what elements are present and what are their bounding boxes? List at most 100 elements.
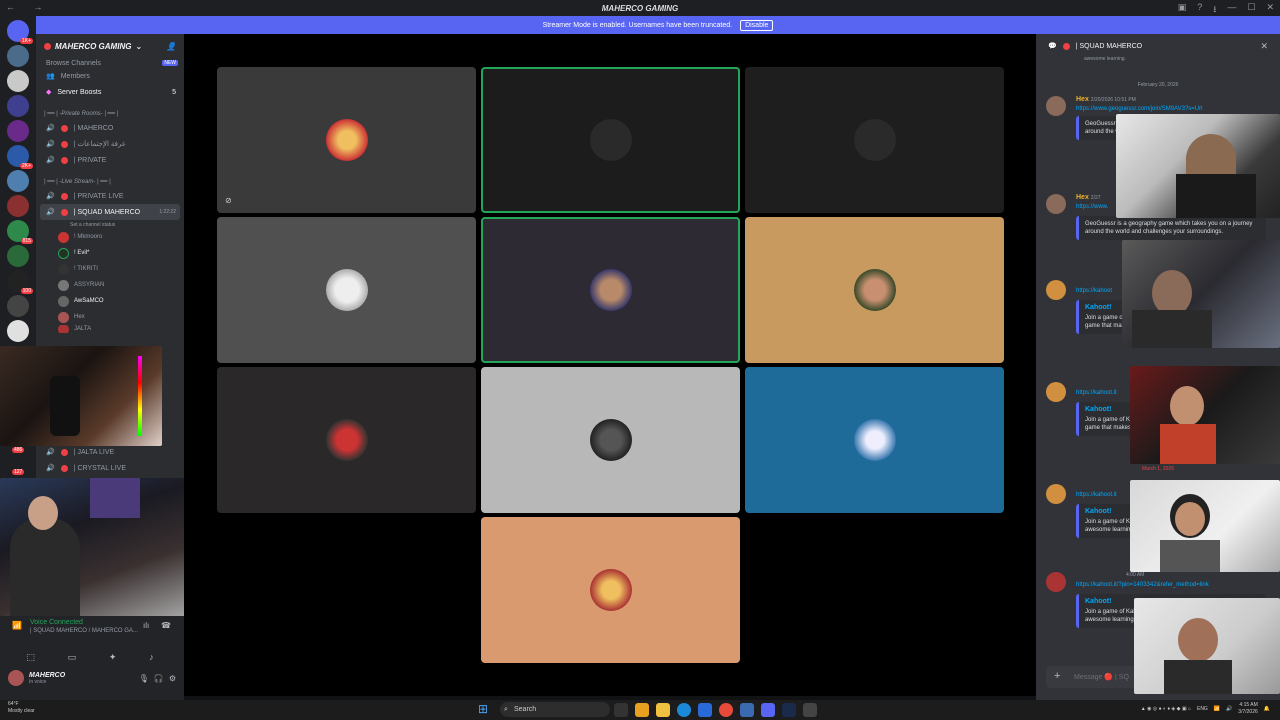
tray-icons[interactable]: ▲ ◉ ◎ ● ◐ ♦ ◈ ◆ ▣ ⌂ xyxy=(1141,706,1191,712)
notification-icon[interactable]: 🔔 xyxy=(1264,706,1270,712)
participant-tile[interactable] xyxy=(745,367,1004,513)
server-icon[interactable] xyxy=(7,245,29,267)
server-icon[interactable] xyxy=(7,70,29,92)
members-item[interactable]: 👥 Members xyxy=(36,68,184,84)
guild-icon xyxy=(44,42,51,50)
participant-tile[interactable] xyxy=(481,517,740,663)
voice-channel[interactable]: 🔊 | PRIVATE xyxy=(36,152,184,168)
steam-icon[interactable] xyxy=(782,703,796,717)
participant-tile[interactable] xyxy=(217,217,476,363)
participant-tile[interactable] xyxy=(481,367,740,513)
server-icon[interactable] xyxy=(7,295,29,317)
participant-tile[interactable] xyxy=(481,67,740,213)
close-icon[interactable]: ✕ xyxy=(1260,41,1268,52)
voice-user[interactable]: Hex xyxy=(36,309,184,325)
voice-user[interactable]: ! Mkmooro xyxy=(36,229,184,245)
message-link[interactable]: https://www.geoguessr.com/join/SM9AV3?s=… xyxy=(1076,106,1202,112)
voice-user[interactable]: AwSaMCO xyxy=(36,293,184,309)
avatar[interactable] xyxy=(1046,280,1066,300)
settings-gear-icon[interactable]: ⚙ xyxy=(169,674,176,683)
active-voice-channel[interactable]: 🔊 | SQUAD MAHERCO 1:22:22 xyxy=(40,204,180,220)
message-author[interactable]: Hex 2/27 xyxy=(1076,194,1101,201)
voice-channel[interactable]: 🔊 | PRIVATE LIVE xyxy=(36,188,184,204)
voice-user[interactable]: JALTA xyxy=(36,325,184,333)
category-live-stream[interactable]: | ━━ | -Live Stream- | ━━ | xyxy=(36,174,184,188)
guild-header[interactable]: MAHERCO GAMING ⌄ 👤 xyxy=(36,34,184,58)
screen-share-icon[interactable]: ▭ xyxy=(68,652,77,663)
voice-user[interactable]: ! TIKRITI xyxy=(36,261,184,277)
server-icon[interactable] xyxy=(7,195,29,217)
shirt-shape xyxy=(1160,424,1216,464)
language-indicator[interactable]: ENG xyxy=(1197,706,1208,712)
microphone-icon[interactable]: 🎙 xyxy=(139,674,149,683)
wifi-icon[interactable]: 📶 xyxy=(1214,706,1220,712)
voice-user[interactable]: ! Evil* xyxy=(36,245,184,261)
store-icon[interactable] xyxy=(698,703,712,717)
avatar[interactable] xyxy=(8,670,24,686)
server-icon[interactable] xyxy=(7,170,29,192)
avatar[interactable] xyxy=(1046,194,1066,214)
add-attachment-icon[interactable]: + xyxy=(1054,670,1060,682)
add-member-icon[interactable]: 👤 xyxy=(166,42,176,51)
server-icon[interactable]: 815 xyxy=(7,220,33,244)
message-link[interactable]: https://kahoot.it xyxy=(1076,390,1117,396)
disconnect-icon[interactable]: ☎ xyxy=(161,621,171,630)
category-private-rooms[interactable]: | ━━ | -Private Rooms- | ━━ | xyxy=(36,106,184,120)
edge-icon[interactable] xyxy=(677,703,691,717)
noise-suppression-icon[interactable]: ılı xyxy=(143,621,149,630)
server-icon[interactable] xyxy=(7,120,29,142)
disable-button[interactable]: Disable xyxy=(740,19,774,31)
avatar[interactable] xyxy=(1046,572,1066,592)
voice-channel[interactable]: 🔊 | CRYSTAL LIVE xyxy=(36,460,184,476)
rgb-light xyxy=(138,356,142,436)
taskbar-apps xyxy=(614,703,817,717)
camera-icon[interactable]: ⬚ xyxy=(26,652,35,663)
avatar[interactable] xyxy=(1046,96,1066,116)
author-name: Hex xyxy=(1076,96,1089,103)
message-link[interactable]: https://kahoot.it xyxy=(1076,492,1117,498)
voice-channel[interactable]: 🔊 | JALTA LIVE xyxy=(36,444,184,460)
file-explorer-icon[interactable] xyxy=(656,703,670,717)
participant-tile[interactable]: ⊘ xyxy=(217,67,476,213)
message-author[interactable]: Hex 2/20/2026 10:51 PM xyxy=(1076,96,1136,103)
server-icon[interactable]: 100 xyxy=(7,270,33,294)
avatar[interactable] xyxy=(1046,484,1066,504)
message-link[interactable]: https://kahoot.it/?pin=1403342&refer_met… xyxy=(1076,582,1209,588)
participant-tile[interactable] xyxy=(217,367,476,513)
soundboard-icon[interactable]: ♪ xyxy=(149,652,154,663)
voice-channel[interactable]: 🔊 | غرفة الإجتماعات xyxy=(36,136,184,152)
headphones-icon[interactable]: 🎧 xyxy=(154,674,164,683)
app-icon[interactable] xyxy=(803,703,817,717)
message-link[interactable]: https://kahoot xyxy=(1076,288,1112,294)
weather-widget[interactable]: 64°F Mostly clear xyxy=(8,701,35,715)
volume-icon[interactable]: 🔊 xyxy=(1226,706,1232,712)
avatar[interactable] xyxy=(1046,382,1066,402)
server-icon[interactable] xyxy=(7,45,29,67)
participant-tile[interactable] xyxy=(745,217,1004,363)
home-icon[interactable]: 1K+ xyxy=(7,20,33,44)
voice-user[interactable]: ASSYRIAN xyxy=(36,277,184,293)
shirt-shape xyxy=(1160,540,1220,572)
voice-channel-label[interactable]: | SQUAD MAHERCO / MAHERCO GA... xyxy=(30,628,138,634)
start-icon[interactable]: ⊞ xyxy=(478,702,492,716)
voice-channel[interactable]: 🔊 | MAHERCO xyxy=(36,120,184,136)
participant-tile[interactable] xyxy=(481,217,740,363)
app-icon[interactable] xyxy=(740,703,754,717)
browse-channels[interactable]: Browse Channels NEW xyxy=(36,58,184,68)
server-icon[interactable] xyxy=(7,95,29,117)
chrome-icon[interactable] xyxy=(719,703,733,717)
voice-connected-label[interactable]: Voice Connected xyxy=(30,619,83,626)
message-link[interactable]: https://www. xyxy=(1076,204,1108,210)
server-icon[interactable]: 2K+ xyxy=(7,145,33,169)
channel-status[interactable]: Set a channel status xyxy=(36,220,184,229)
clock[interactable]: 4:15 AM 3/7/2026 xyxy=(1238,702,1257,716)
task-view-icon[interactable] xyxy=(614,703,628,717)
activities-icon[interactable]: ✦ xyxy=(109,652,117,663)
voice-user-name: ASSYRIAN xyxy=(74,282,105,288)
server-icon[interactable] xyxy=(7,320,29,342)
server-boosts-item[interactable]: ◆ Server Boosts 5 xyxy=(36,84,184,100)
copilot-icon[interactable] xyxy=(635,703,649,717)
discord-icon[interactable] xyxy=(761,703,775,717)
taskbar-search[interactable]: ⌕ Search xyxy=(500,702,610,717)
participant-tile[interactable] xyxy=(745,67,1004,213)
